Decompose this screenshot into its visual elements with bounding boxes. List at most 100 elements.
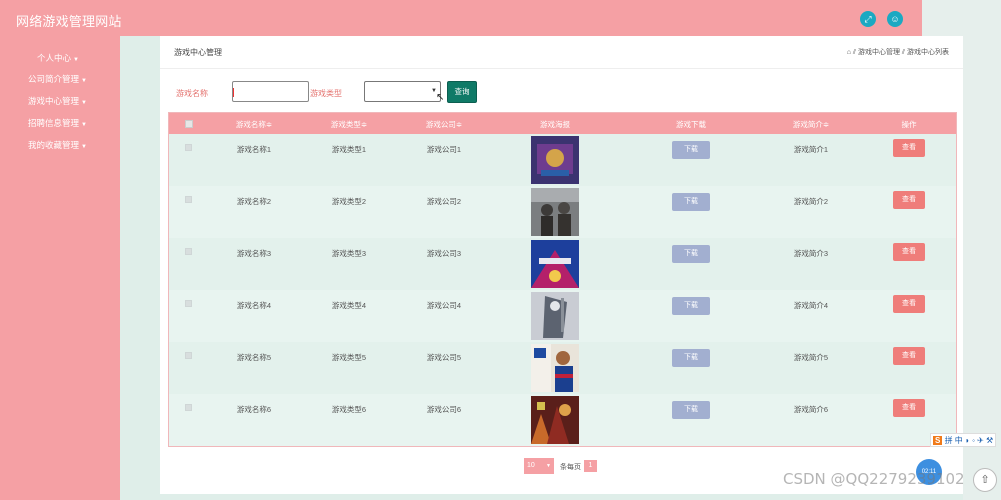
game-intro-cell: 游戏简介5: [793, 353, 829, 362]
row-checkbox[interactable]: [185, 248, 192, 255]
game-name-cell: 游戏名称2: [236, 197, 272, 206]
table-row: 游戏名称1 游戏类型1 游戏公司1 下载 游戏简介1 查看: [169, 134, 956, 186]
view-button[interactable]: 查看: [893, 243, 925, 261]
game-name-cell: 游戏名称5: [236, 353, 272, 362]
game-company-cell: 游戏公司3: [426, 249, 462, 258]
home-icon[interactable]: ⌂: [847, 49, 851, 56]
page-title: 游戏中心管理: [174, 48, 222, 57]
ime-toolbar[interactable]: S 拼 中 ◗ ◦ ✈ ⚒: [930, 433, 997, 447]
breadcrumb-item-game-center[interactable]: 游戏中心管理: [858, 49, 900, 56]
game-intro-cell: 游戏简介3: [793, 249, 829, 258]
select-all-checkbox[interactable]: [185, 120, 193, 128]
game-type-cell: 游戏类型1: [331, 145, 367, 154]
text-cursor: [233, 88, 234, 97]
game-poster-image[interactable]: [531, 188, 579, 236]
chevron-down-icon: ▼: [73, 57, 79, 63]
column-header-name[interactable]: 游戏名称≑: [236, 119, 272, 130]
game-company-cell: 游戏公司5: [426, 353, 462, 362]
sidebar-item-company-intro[interactable]: 公司简介管理 ▼: [28, 73, 87, 85]
bottom-strip: [120, 494, 963, 500]
column-header-actions: 操作: [901, 120, 917, 129]
game-poster-image[interactable]: [531, 396, 579, 444]
download-button[interactable]: 下载: [672, 401, 710, 419]
chevron-down-icon: ▼: [81, 122, 87, 128]
watermark: CSDN @QQ2279239102: [783, 470, 965, 488]
page-size-select[interactable]: 10 ▼: [524, 458, 554, 474]
sidebar-item-favorites[interactable]: 我的收藏管理 ▼: [28, 139, 87, 151]
sidebar-item-personal-center[interactable]: 个人中心 ▼: [37, 52, 79, 64]
game-company-cell: 游戏公司6: [426, 405, 462, 414]
sidebar-item-recruitment[interactable]: 招聘信息管理 ▼: [28, 117, 87, 129]
game-type-cell: 游戏类型3: [331, 249, 367, 258]
game-intro-cell: 游戏简介2: [793, 197, 829, 206]
game-name-cell: 游戏名称4: [236, 301, 272, 310]
game-poster-image[interactable]: [531, 292, 579, 340]
top-bar: 网络游戏管理网站 ⤢ ☺: [0, 0, 922, 36]
chevron-down-icon: ▼: [81, 144, 87, 150]
game-type-select[interactable]: ▼: [364, 81, 441, 102]
column-header-poster: 游戏海报: [540, 120, 570, 129]
table-header: 游戏名称≑ 游戏类型≑ 游戏公司≑ 游戏海报 游戏下载 游戏简介≑ 操作: [169, 113, 956, 134]
sidebar: 个人中心 ▼ 公司简介管理 ▼ 游戏中心管理 ▼ 招聘信息管理 ▼ 我的收藏管理 ▼: [0, 36, 120, 500]
game-poster-image[interactable]: [531, 136, 579, 184]
breadcrumb-item-list: 游戏中心列表: [907, 49, 949, 56]
view-button[interactable]: 查看: [893, 399, 925, 417]
page-size-label: 条每页: [560, 464, 581, 471]
table-row: 游戏名称6 游戏类型6 游戏公司6 下载 游戏简介6 查看: [169, 394, 956, 446]
scroll-to-top-icon[interactable]: ⇧: [973, 468, 997, 492]
game-name-cell: 游戏名称6: [236, 405, 272, 414]
fullscreen-icon[interactable]: ⤢: [860, 11, 876, 27]
game-poster-image[interactable]: [531, 240, 579, 288]
row-checkbox[interactable]: [185, 300, 192, 307]
row-checkbox[interactable]: [185, 352, 192, 359]
sidebar-item-game-center[interactable]: 游戏中心管理 ▼: [28, 95, 87, 107]
game-name-cell: 游戏名称1: [236, 145, 272, 154]
mouse-pointer-icon: ↖: [436, 92, 445, 103]
chevron-down-icon: ▼: [81, 100, 87, 106]
table-row: 游戏名称4 游戏类型4 游戏公司4 下载 游戏简介4 查看: [169, 290, 956, 342]
game-name-input[interactable]: [232, 81, 309, 102]
download-button[interactable]: 下载: [672, 245, 710, 263]
column-header-company[interactable]: 游戏公司≑: [426, 119, 462, 130]
site-title: 网络游戏管理网站: [16, 14, 122, 29]
table-row: 游戏名称5 游戏类型5 游戏公司5 下载 游戏简介5 查看: [169, 342, 956, 394]
game-table: 游戏名称≑ 游戏类型≑ 游戏公司≑ 游戏海报 游戏下载 游戏简介≑ 操作 游戏名…: [168, 112, 957, 447]
game-name-label: 游戏名称: [176, 89, 208, 98]
game-poster-image[interactable]: [531, 344, 579, 392]
game-intro-cell: 游戏简介4: [793, 301, 829, 310]
download-button[interactable]: 下载: [672, 141, 710, 159]
game-type-cell: 游戏类型4: [331, 301, 367, 310]
page-number-button[interactable]: 1: [584, 460, 597, 472]
game-type-label: 游戏类型: [310, 89, 342, 98]
ime-toolbar-text: 拼 中 ◗ ◦ ✈ ⚒: [944, 436, 994, 445]
game-type-cell: 游戏类型6: [331, 405, 367, 414]
user-icon[interactable]: ☺: [887, 11, 903, 27]
table-row: 游戏名称3 游戏类型3 游戏公司3 下载 游戏简介3 查看: [169, 238, 956, 290]
game-intro-cell: 游戏简介1: [793, 145, 829, 154]
row-checkbox[interactable]: [185, 144, 192, 151]
column-header-download: 游戏下载: [676, 120, 706, 129]
game-name-cell: 游戏名称3: [236, 249, 272, 258]
column-header-type[interactable]: 游戏类型≑: [331, 119, 367, 130]
game-company-cell: 游戏公司1: [426, 145, 462, 154]
download-button[interactable]: 下载: [672, 297, 710, 315]
chevron-down-icon: ▼: [81, 78, 87, 84]
view-button[interactable]: 查看: [893, 295, 925, 313]
divider: [160, 68, 963, 69]
view-button[interactable]: 查看: [893, 139, 925, 157]
chevron-down-icon: ▼: [546, 463, 551, 469]
game-type-cell: 游戏类型5: [331, 353, 367, 362]
view-button[interactable]: 查看: [893, 347, 925, 365]
game-company-cell: 游戏公司2: [426, 197, 462, 206]
row-checkbox[interactable]: [185, 404, 192, 411]
game-intro-cell: 游戏简介6: [793, 405, 829, 414]
query-button[interactable]: 查询: [447, 81, 477, 103]
breadcrumb: ⌂ ⫽ 游戏中心管理 ⫽ 游戏中心列表: [846, 49, 949, 56]
column-header-intro[interactable]: 游戏简介≑: [793, 119, 829, 130]
download-button[interactable]: 下载: [672, 193, 710, 211]
game-company-cell: 游戏公司4: [426, 301, 462, 310]
row-checkbox[interactable]: [185, 196, 192, 203]
game-type-cell: 游戏类型2: [331, 197, 367, 206]
view-button[interactable]: 查看: [893, 191, 925, 209]
download-button[interactable]: 下载: [672, 349, 710, 367]
